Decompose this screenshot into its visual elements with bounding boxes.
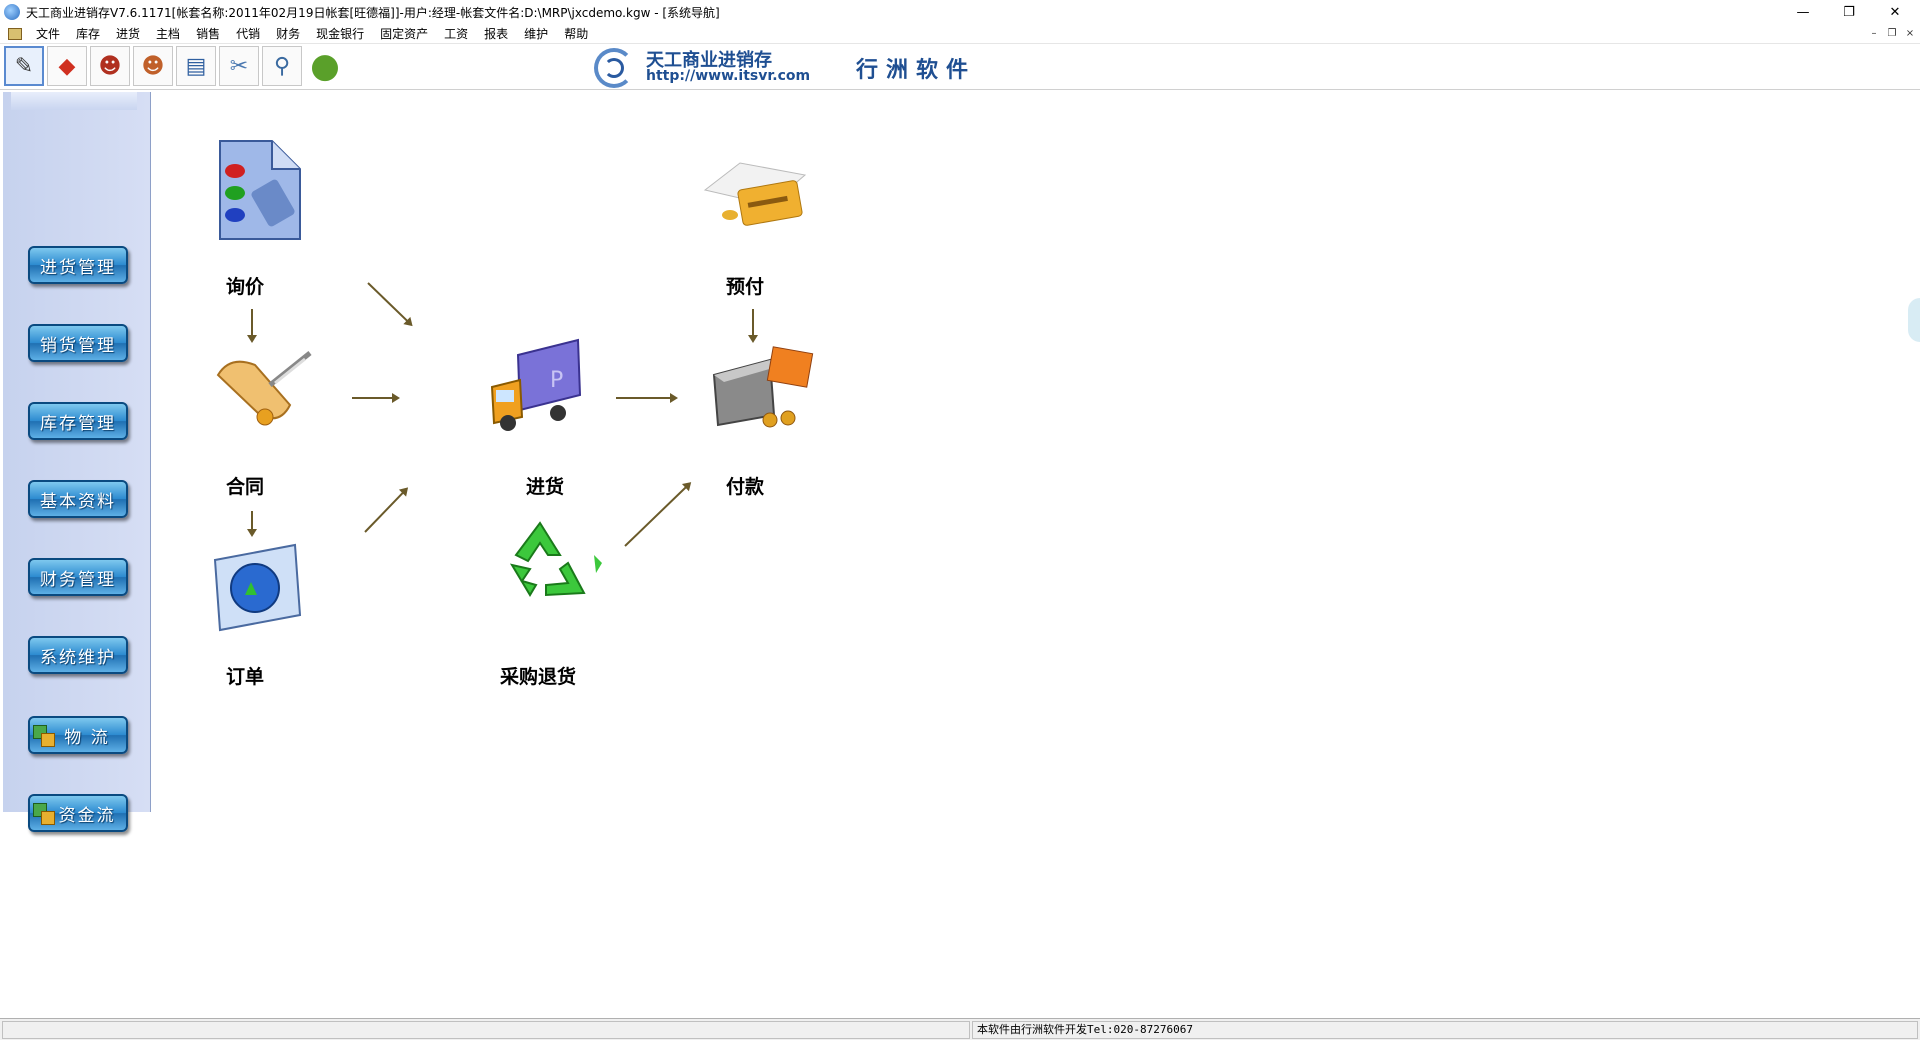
menu-payroll[interactable]: 工资 — [436, 24, 476, 44]
arrow-purchase-to-payment — [616, 393, 678, 403]
nav-label: 进货管理 — [40, 257, 116, 278]
tools-icon: ✂ — [229, 53, 249, 79]
mdi-close-button[interactable]: × — [1902, 27, 1918, 41]
menu-cash-bank[interactable]: 现金银行 — [308, 24, 372, 44]
menu-fixed-assets[interactable]: 固定资产 — [372, 24, 436, 44]
toolbar-button-navigation[interactable]: ✎ — [4, 46, 44, 86]
nav-label: 财务管理 — [40, 569, 116, 590]
purchase-node[interactable]: P — [488, 335, 588, 435]
side-scroll-handle[interactable] — [1908, 298, 1920, 342]
menu-inventory[interactable]: 库存 — [68, 24, 108, 44]
nav-button-basic-data[interactable]: 基本资料 — [28, 480, 128, 518]
purchase-label[interactable]: 进货 — [526, 472, 564, 499]
company-banner: 天工商业进销存 http://www.itsvr.com 行洲软件 — [590, 44, 1026, 88]
scroll-quill-icon — [216, 351, 312, 426]
arrow-contract-to-order — [251, 511, 253, 535]
title-bar: 天工商业进销存V7.6.1171[帐套名称:2011年02月19日帐套[旺德福]… — [0, 0, 1920, 24]
status-panel-left — [2, 1021, 970, 1039]
svg-text:P: P — [550, 368, 563, 393]
cash-flow-icon — [33, 801, 57, 827]
nav-button-cash-flow[interactable]: 资金流 — [28, 794, 128, 832]
prepay-label[interactable]: 预付 — [726, 272, 764, 299]
inquiry-label[interactable]: 询价 — [226, 272, 264, 299]
menu-file[interactable]: 文件 — [28, 24, 68, 44]
nav-label: 库存管理 — [40, 413, 116, 434]
sidebar-header — [11, 92, 137, 110]
recycle-icon — [509, 521, 602, 597]
navigation-sidebar: 进货管理 销货管理 库存管理 基本资料 财务管理 系统维护 物 流 资金流 — [3, 92, 151, 832]
prepay-node[interactable] — [700, 155, 815, 235]
payment-label[interactable]: 付款 — [726, 472, 764, 499]
minimize-button[interactable]: — — [1780, 0, 1826, 24]
arrow-order-to-purchase — [364, 488, 408, 533]
toolbar-button-exit[interactable]: ● — [305, 46, 345, 86]
arrow-inquiry-to-purchase — [367, 282, 412, 326]
cash-register-icon — [712, 346, 814, 428]
toolbar-button-search[interactable]: ⚲ — [262, 46, 302, 86]
arrow-prepay-to-payment — [752, 309, 754, 341]
menu-maintenance[interactable]: 维护 — [516, 24, 556, 44]
mdi-minimize-button[interactable]: – — [1866, 27, 1882, 41]
nav-button-logistics[interactable]: 物 流 — [28, 716, 128, 754]
pen-tool-icon: ✎ — [14, 53, 34, 79]
nav-label: 销货管理 — [40, 335, 116, 356]
menu-reports[interactable]: 报表 — [476, 24, 516, 44]
nav-label: 物 流 — [64, 727, 110, 748]
arrow-inquiry-to-contract — [251, 309, 253, 341]
purchase-return-node[interactable] — [490, 515, 605, 615]
arrow-return-to-payment — [624, 482, 691, 547]
toolbar-button-users[interactable]: ☻ — [133, 46, 173, 86]
users-icon: ☻ — [141, 53, 165, 79]
nav-label: 系统维护 — [40, 647, 116, 668]
nav-label: 资金流 — [58, 805, 116, 826]
status-bar: 本软件由行洲软件开发Tel:020-87276067 — [0, 1018, 1920, 1040]
menu-help[interactable]: 帮助 — [556, 24, 596, 44]
order-node[interactable] — [205, 540, 305, 635]
toolbar-button-inventory[interactable]: ◆ — [47, 46, 87, 86]
menu-consignment[interactable]: 代销 — [228, 24, 268, 44]
blocks-icon: ◆ — [58, 53, 76, 79]
company-logo-inner — [604, 58, 624, 78]
document-system-icon[interactable] — [8, 27, 22, 40]
numbered-list-document-icon — [219, 140, 301, 240]
app-icon — [4, 4, 20, 20]
order-label[interactable]: 订单 — [226, 662, 264, 689]
contract-label[interactable]: 合同 — [226, 472, 264, 499]
menu-sales[interactable]: 销售 — [188, 24, 228, 44]
payment-node[interactable] — [710, 340, 815, 435]
nav-button-purchase-management[interactable]: 进货管理 — [28, 246, 128, 284]
nav-label: 基本资料 — [40, 491, 116, 512]
magnifier-icon: ⚲ — [273, 53, 291, 79]
menu-finance[interactable]: 财务 — [268, 24, 308, 44]
inquiry-node[interactable] — [210, 135, 310, 245]
nav-button-finance-management[interactable]: 财务管理 — [28, 558, 128, 596]
menu-master-data[interactable]: 主档 — [148, 24, 188, 44]
status-panel-right: 本软件由行洲软件开发Tel:020-87276067 — [972, 1021, 1918, 1039]
credit-card-icon — [703, 162, 807, 226]
toolbar-button-customer[interactable]: ☻ — [90, 46, 130, 86]
leaf-globe-icon: ● — [310, 46, 340, 86]
logistics-icon — [33, 723, 57, 749]
banner-url[interactable]: http://www.itsvr.com — [646, 68, 810, 84]
menu-purchase[interactable]: 进货 — [108, 24, 148, 44]
report-search-icon: ▤ — [185, 53, 207, 79]
delivery-truck-icon: P — [490, 338, 582, 431]
mdi-restore-button[interactable]: ❐ — [1884, 27, 1900, 41]
window-title: 天工商业进销存V7.6.1171[帐套名称:2011年02月19日帐套[旺德福]… — [26, 5, 720, 20]
toolbar-button-tools[interactable]: ✂ — [219, 46, 259, 86]
arrow-contract-to-purchase — [352, 393, 400, 403]
nav-button-sales-management[interactable]: 销货管理 — [28, 324, 128, 362]
contract-node[interactable] — [210, 345, 315, 435]
nav-button-inventory-management[interactable]: 库存管理 — [28, 402, 128, 440]
purchase-return-label[interactable]: 采购退货 — [500, 662, 576, 689]
globe-monitor-icon — [213, 543, 302, 632]
menu-bar: 文件 库存 进货 主档 销售 代销 财务 现金银行 固定资产 工资 报表 维护 … — [0, 24, 1920, 44]
banner-brand: 行洲软件 — [856, 57, 977, 83]
toolbar-button-report[interactable]: ▤ — [176, 46, 216, 86]
restore-button[interactable]: ❐ — [1826, 0, 1872, 24]
nav-button-system-maintenance[interactable]: 系统维护 — [28, 636, 128, 674]
user-icon: ☻ — [98, 53, 122, 79]
close-button[interactable]: ✕ — [1872, 0, 1918, 24]
